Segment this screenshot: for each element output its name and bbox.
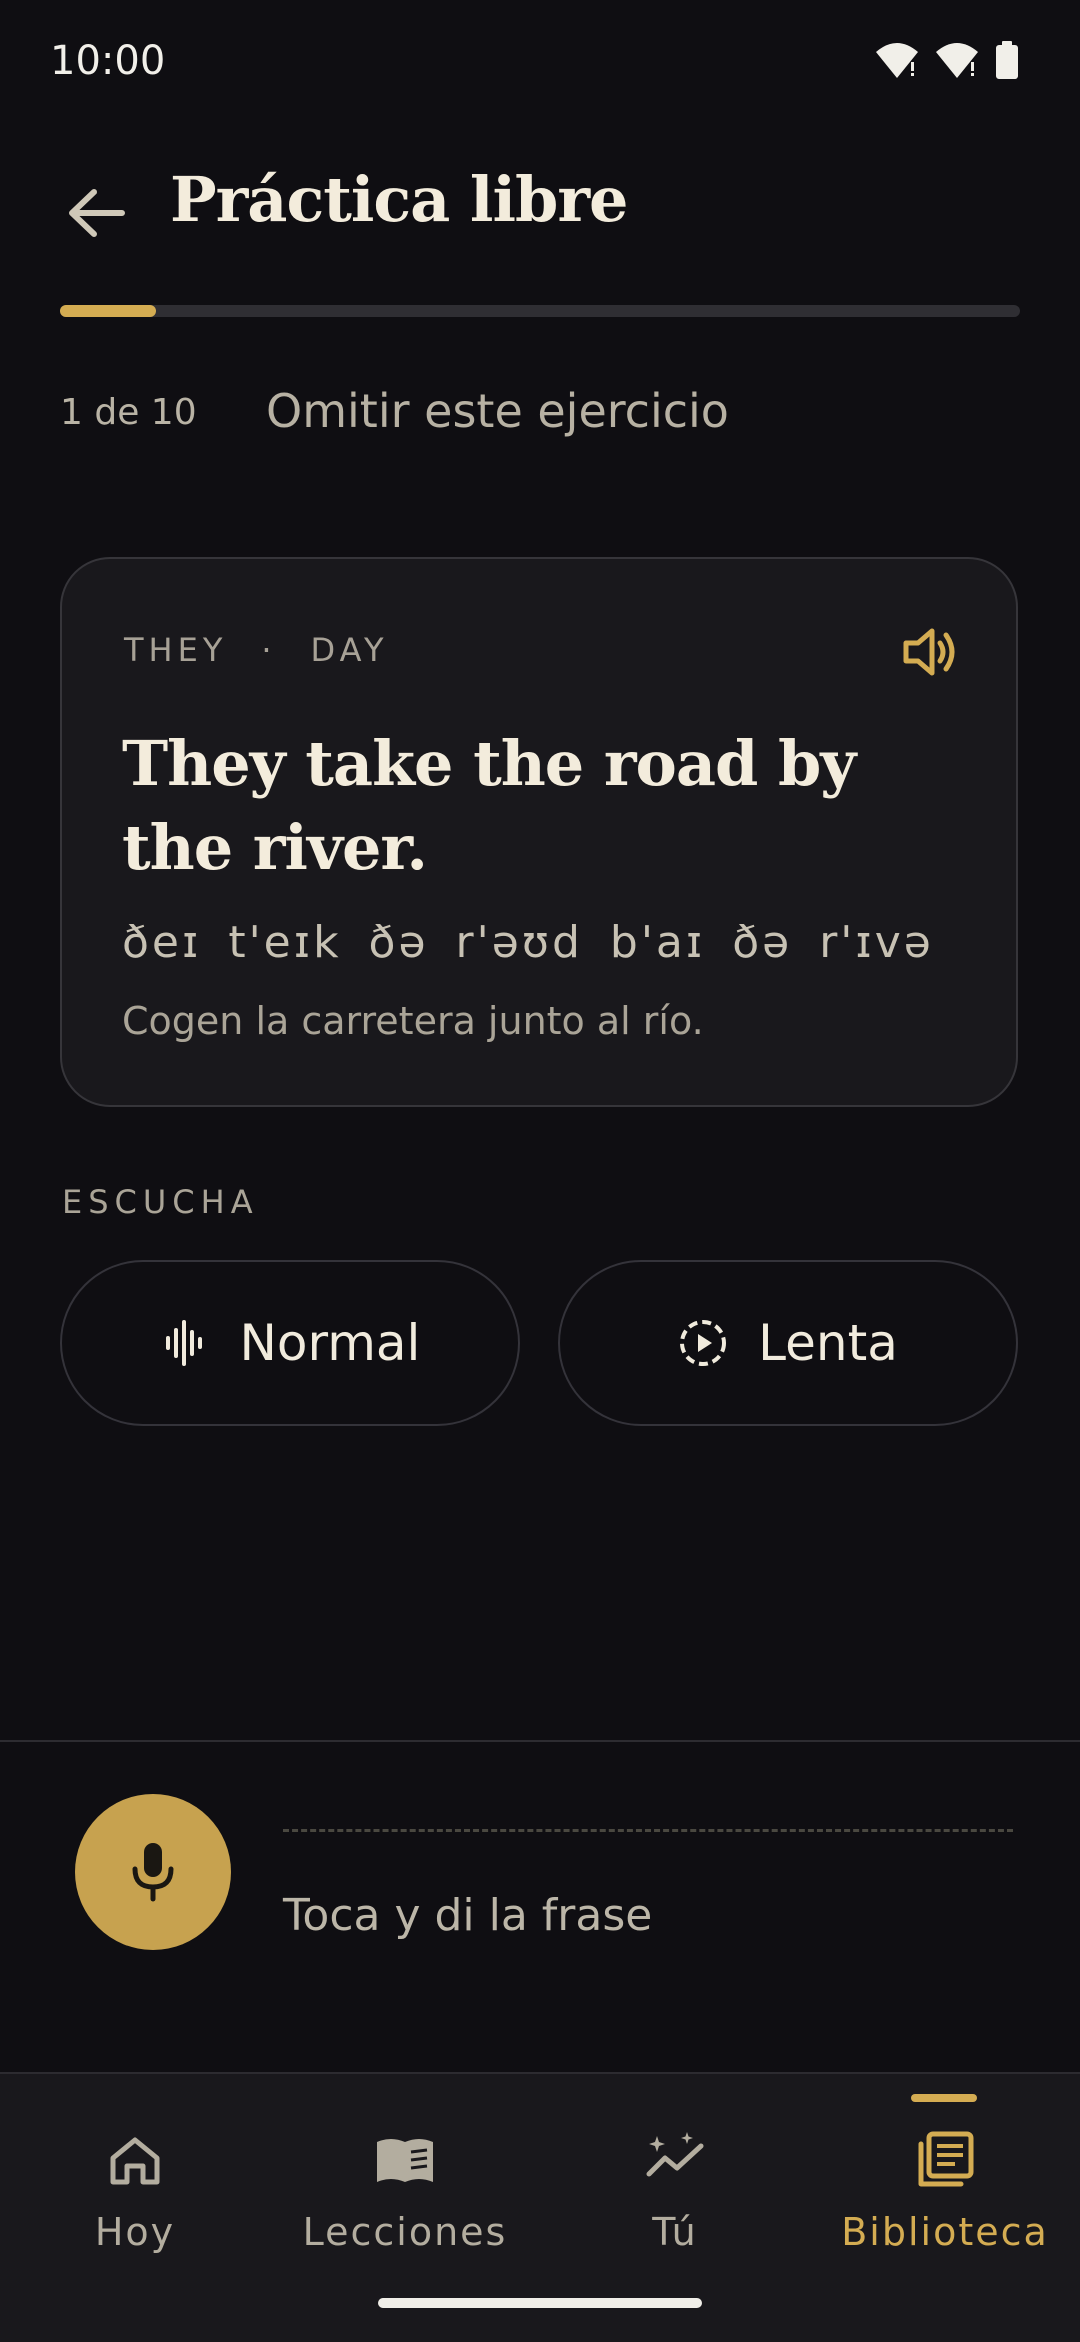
play-slow-label: Lenta — [758, 1314, 898, 1372]
wifi-icon — [876, 43, 918, 78]
speaker-icon[interactable] — [898, 621, 960, 683]
phrase-card: THEY · DAY They take the road by the riv… — [60, 557, 1018, 1107]
syllable-1: THEY — [124, 631, 228, 669]
back-arrow-icon[interactable] — [62, 178, 132, 248]
sparkle-chart-icon — [646, 2132, 704, 2177]
syllable-breakdown: THEY · DAY — [124, 631, 389, 669]
speech-level-placeholder — [283, 1829, 1013, 1832]
page-title: Práctica libre — [170, 163, 628, 236]
phonetic-transcription: ðeɪ t'eɪk ðə r'əʊd b'aɪ ðə r'ɪvə — [122, 917, 934, 968]
nav-label-biblioteca: Biblioteca — [841, 2210, 1049, 2254]
nav-item-lecciones[interactable]: Lecciones — [270, 2074, 540, 2274]
status-icons — [874, 40, 1020, 80]
library-icon — [918, 2131, 974, 2187]
record-divider — [0, 1740, 1080, 1742]
record-prompt: Toca y di la frase — [283, 1890, 653, 1941]
skip-exercise-link[interactable]: Omitir este ejercicio — [266, 384, 729, 438]
book-icon — [377, 2139, 433, 2182]
nav-label-lecciones: Lecciones — [302, 2210, 508, 2254]
nav-label-tu: Tú — [652, 2210, 698, 2254]
progress-fill — [60, 305, 156, 317]
nav-item-tu[interactable]: Tú — [540, 2074, 810, 2274]
microphone-icon — [132, 1843, 174, 1902]
exercise-progress-bar — [60, 305, 1020, 317]
syllable-2: DAY — [310, 631, 389, 669]
nav-item-biblioteca[interactable]: Biblioteca — [810, 2074, 1080, 2274]
signal-icon — [936, 43, 978, 78]
listen-section-label: ESCUCHA — [62, 1183, 259, 1221]
target-phrase: They take the road by the river. — [122, 727, 856, 884]
play-normal-button[interactable]: Normal — [60, 1260, 520, 1426]
nav-label-hoy: Hoy — [94, 2210, 176, 2254]
phrase-translation: Cogen la carretera junto al río. — [122, 999, 704, 1043]
play-normal-label: Normal — [239, 1314, 421, 1372]
syllable-separator: · — [261, 631, 277, 669]
nav-item-hoy[interactable]: Hoy — [0, 2074, 270, 2274]
waveform-icon — [165, 1320, 202, 1366]
status-time: 10:00 — [50, 38, 166, 84]
home-indicator[interactable] — [378, 2298, 702, 2308]
exercise-counter: 1 de 10 — [60, 392, 197, 433]
play-slow-button[interactable]: Lenta — [558, 1260, 1018, 1426]
record-button[interactable] — [75, 1794, 231, 1950]
battery-icon — [996, 41, 1018, 79]
slow-play-icon — [680, 1320, 727, 1366]
home-icon — [110, 2137, 160, 2185]
